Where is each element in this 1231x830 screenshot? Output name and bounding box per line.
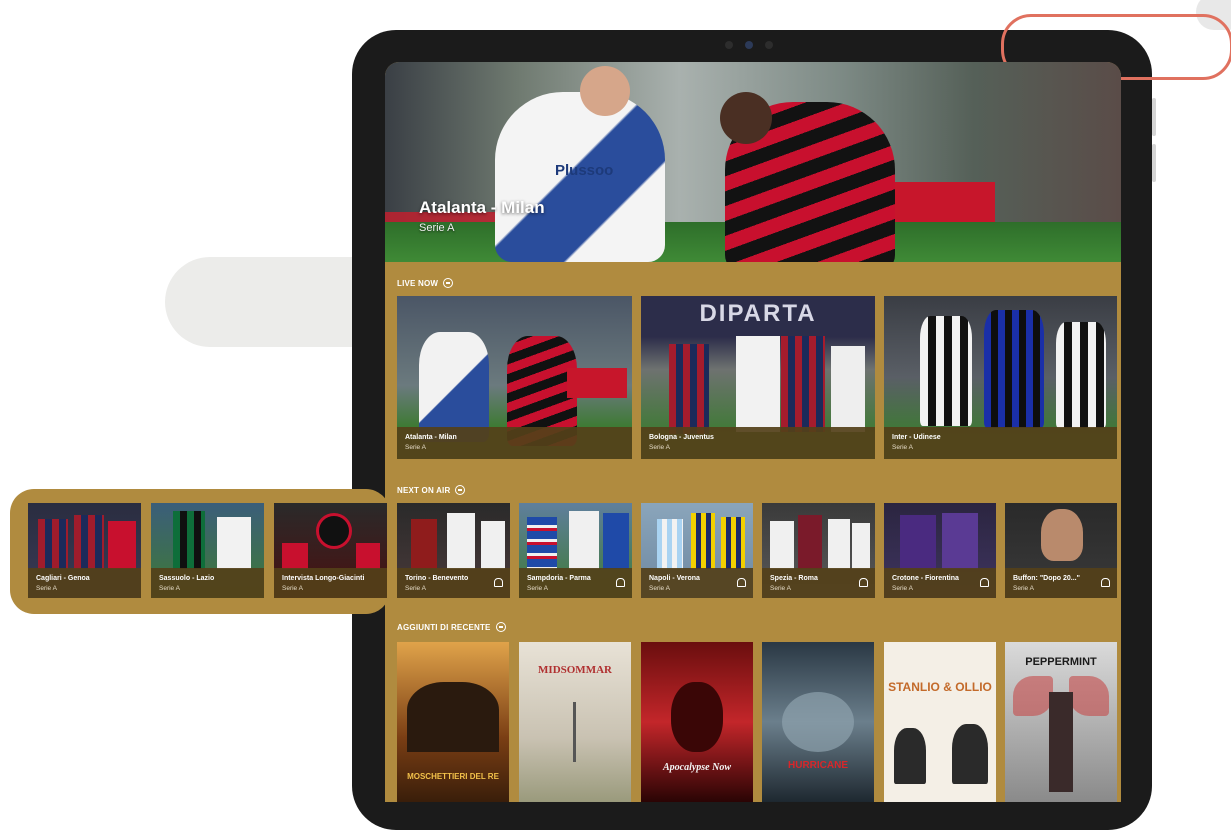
card-title: Crotone - Fiorentina: [892, 575, 959, 582]
player-head: [580, 66, 630, 116]
next-card[interactable]: Sassuolo - Lazio Serie A: [151, 503, 264, 598]
jersey-sponsor: Plussoo: [555, 162, 614, 179]
card-title: Sampdoria - Parma: [527, 575, 591, 582]
section-title: AGGIUNTI DI RECENTE: [397, 622, 491, 632]
app-screen: Plussoo Atalanta - Milan Serie A LIVE NO…: [385, 62, 1121, 802]
bell-icon[interactable]: [1101, 578, 1110, 587]
card-caption: Intervista Longo-Giacinti Serie A: [274, 568, 387, 598]
camera-icon: [745, 41, 753, 49]
card-subtitle: Serie A: [1013, 585, 1034, 592]
next-card[interactable]: Sampdoria - Parma Serie A: [519, 503, 632, 598]
poster-card[interactable]: Apocalypse Now: [641, 642, 753, 802]
next-card[interactable]: Cagliari - Genoa Serie A: [28, 503, 141, 598]
live-card[interactable]: Atalanta - Milan Serie A: [397, 296, 632, 459]
card-caption: Buffon: "Dopo 20..." Serie A: [1005, 568, 1117, 598]
bell-icon[interactable]: [859, 578, 868, 587]
card-subtitle: Serie A: [527, 585, 548, 592]
section-recent[interactable]: AGGIUNTI DI RECENTE: [397, 622, 506, 632]
card-caption: Torino - Benevento Serie A: [397, 568, 510, 598]
poster-title: STANLIO & OLLIO: [888, 680, 992, 694]
card-subtitle: Serie A: [405, 585, 426, 592]
arrow-circle-icon[interactable]: [443, 278, 454, 288]
hero-banner[interactable]: Plussoo Atalanta - Milan Serie A: [385, 62, 1121, 262]
next-card[interactable]: Buffon: "Dopo 20..." Serie A: [1005, 503, 1117, 598]
bell-icon[interactable]: [737, 578, 746, 587]
poster-card[interactable]: HURRICANE: [762, 642, 874, 802]
arrow-circle-icon[interactable]: [455, 485, 466, 495]
bell-icon[interactable]: [494, 578, 503, 587]
bell-icon[interactable]: [980, 578, 989, 587]
card-subtitle: Serie A: [159, 585, 180, 592]
card-caption: Crotone - Fiorentina Serie A: [884, 568, 996, 598]
card-title: Cagliari - Genoa: [36, 575, 90, 582]
live-card[interactable]: DIPARTA Bologna - Juventus Serie A: [641, 296, 875, 459]
poster-title: Apocalypse Now: [662, 762, 732, 773]
section-title: NEXT ON AIR: [397, 485, 451, 495]
card-title: Buffon: "Dopo 20...": [1013, 575, 1080, 582]
card-caption: Sampdoria - Parma Serie A: [519, 568, 632, 598]
poster-title: HURRICANE: [788, 760, 848, 771]
card-caption: Bologna - Juventus Serie A: [641, 427, 875, 459]
card-subtitle: Serie A: [405, 444, 426, 451]
live-card[interactable]: Inter - Udinese Serie A: [884, 296, 1117, 459]
section-live-now[interactable]: LIVE NOW: [397, 278, 454, 288]
hero-title: Atalanta - Milan: [419, 198, 545, 217]
card-title: Spezia - Roma: [770, 575, 818, 582]
card-caption: Atalanta - Milan Serie A: [397, 427, 632, 459]
arrow-circle-icon[interactable]: [495, 622, 506, 632]
sensor-icon: [725, 41, 733, 49]
section-title: LIVE NOW: [397, 278, 439, 288]
next-card[interactable]: Torino - Benevento Serie A: [397, 503, 510, 598]
card-caption: Inter - Udinese Serie A: [884, 427, 1117, 459]
section-next-on-air[interactable]: NEXT ON AIR: [397, 485, 466, 495]
volume-down-button[interactable]: [1152, 144, 1156, 182]
card-subtitle: Serie A: [892, 444, 913, 451]
poster-card[interactable]: MIDSOMMAR: [519, 642, 631, 802]
poster-title: MIDSOMMAR: [538, 664, 612, 676]
poster-card[interactable]: STANLIO & OLLIO: [884, 642, 996, 802]
card-title: Bologna - Juventus: [649, 434, 714, 441]
card-caption: Sassuolo - Lazio Serie A: [151, 568, 264, 598]
sensor-icon: [765, 41, 773, 49]
poster-card[interactable]: MOSCHETTIERI DEL RE: [397, 642, 509, 802]
card-title: Napoli - Verona: [649, 575, 700, 582]
card-title: Intervista Longo-Giacinti: [282, 575, 365, 582]
player-head: [720, 92, 772, 144]
card-subtitle: Serie A: [770, 585, 791, 592]
card-subtitle: Serie A: [892, 585, 913, 592]
hero-subtitle: Serie A: [419, 222, 455, 234]
card-subtitle: Serie A: [282, 585, 303, 592]
poster-card[interactable]: PEPPERMINT: [1005, 642, 1117, 802]
card-title: Inter - Udinese: [892, 434, 941, 441]
card-caption: Napoli - Verona Serie A: [641, 568, 753, 598]
next-card[interactable]: Spezia - Roma Serie A: [762, 503, 875, 598]
card-title: Sassuolo - Lazio: [159, 575, 215, 582]
card-subtitle: Serie A: [649, 444, 670, 451]
card-subtitle: Serie A: [649, 585, 670, 592]
card-caption: Cagliari - Genoa Serie A: [28, 568, 141, 598]
bell-icon[interactable]: [616, 578, 625, 587]
next-card[interactable]: Crotone - Fiorentina Serie A: [884, 503, 996, 598]
poster-title: MOSCHETTIERI DEL RE: [407, 772, 499, 781]
card-title: Torino - Benevento: [405, 575, 469, 582]
next-card[interactable]: Intervista Longo-Giacinti Serie A: [274, 503, 387, 598]
card-title: Atalanta - Milan: [405, 434, 457, 441]
volume-up-button[interactable]: [1152, 98, 1156, 136]
card-caption: Spezia - Roma Serie A: [762, 568, 875, 598]
next-card[interactable]: Napoli - Verona Serie A: [641, 503, 753, 598]
poster-title: PEPPERMINT: [1025, 656, 1097, 668]
card-subtitle: Serie A: [36, 585, 57, 592]
